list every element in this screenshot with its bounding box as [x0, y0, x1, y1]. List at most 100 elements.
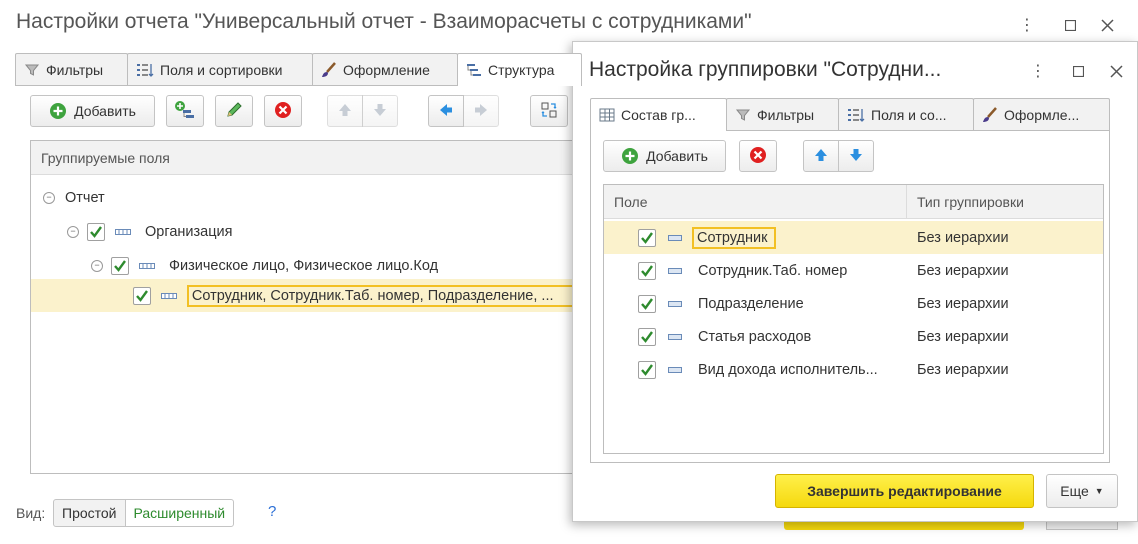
move-right-button[interactable]: [463, 95, 499, 127]
table-icon: [599, 107, 615, 123]
grouping-icon: [139, 262, 155, 270]
checkbox[interactable]: [638, 327, 656, 346]
delete-icon: [274, 101, 292, 122]
column-field[interactable]: Поле: [604, 185, 907, 218]
background-finish-button: [784, 522, 1024, 530]
delete-icon: [749, 146, 767, 167]
field-icon: [668, 333, 682, 340]
move-down-icon: [372, 102, 388, 121]
more-menu-icon[interactable]: ⋮: [1027, 60, 1049, 82]
fields-icon: [136, 62, 154, 78]
grouping-icon: [115, 228, 131, 236]
add-button[interactable]: Добавить: [603, 140, 726, 172]
tab-label: Поля и со...: [871, 106, 947, 123]
tree-row-label: Организация: [145, 223, 233, 240]
checkmark-icon: [641, 231, 653, 244]
tab-fields-sorting[interactable]: Поля и сортировки: [127, 53, 313, 85]
regroup-icon: [540, 101, 558, 122]
edit-button[interactable]: [215, 95, 253, 127]
maximize-icon[interactable]: [1059, 14, 1081, 36]
add-button-label: Добавить: [646, 148, 708, 164]
add-button[interactable]: Добавить: [30, 95, 155, 127]
funnel-icon: [735, 107, 751, 123]
tree-row-label: Отчет: [65, 189, 105, 206]
move-down-button[interactable]: [362, 95, 398, 127]
view-advanced-button[interactable]: Расширенный: [124, 499, 235, 527]
table-row[interactable]: Вид дохода исполнитель... Без иерархии: [604, 353, 1103, 386]
grouping-fields-table: Поле Тип группировки Сотрудник Без иерар…: [603, 184, 1104, 454]
table-row[interactable]: Сотрудник Без иерархии: [604, 221, 1103, 254]
field-icon: [668, 267, 682, 274]
tab-group-composition[interactable]: Состав гр...: [590, 98, 727, 131]
brush-icon: [321, 61, 337, 78]
table-header: Поле Тип группировки: [604, 185, 1103, 219]
grouping-tree: Группируемые поля − Отчет − Организация …: [30, 140, 575, 474]
move-up-icon: [813, 147, 829, 166]
collapse-icon[interactable]: −: [91, 259, 103, 272]
close-icon[interactable]: [1096, 14, 1118, 36]
tab-label: Фильтры: [46, 61, 104, 78]
maximize-icon[interactable]: [1067, 60, 1089, 82]
checkmark-icon: [641, 363, 653, 376]
dialog-title: Настройка группировки "Сотрудни...: [589, 58, 942, 81]
field-name: Статья расходов: [698, 328, 812, 345]
dropdown-arrow-icon: ▼: [1094, 486, 1104, 496]
view-switch: Простой Расширенный: [53, 499, 235, 527]
table-row[interactable]: Подразделение Без иерархии: [604, 287, 1103, 320]
checkbox[interactable]: [638, 261, 656, 280]
tab-filters[interactable]: Фильтры: [15, 53, 128, 85]
checkbox[interactable]: [111, 256, 129, 275]
move-up-button[interactable]: [327, 95, 363, 127]
fields-icon: [847, 107, 865, 123]
more-button[interactable]: Еще ▼: [1046, 474, 1118, 508]
tree-row-organization[interactable]: − Организация: [31, 215, 574, 248]
view-simple-button[interactable]: Простой: [53, 499, 126, 527]
regroup-button[interactable]: [530, 95, 568, 127]
table-row[interactable]: Статья расходов Без иерархии: [604, 320, 1103, 353]
finish-editing-button[interactable]: Завершить редактирование: [775, 474, 1034, 508]
tree-row-employee[interactable]: Сотрудник, Сотрудник.Таб. номер, Подразд…: [31, 279, 574, 312]
brush-icon: [982, 106, 998, 123]
tree-row-person[interactable]: − Физическое лицо, Физическое лицо.Код: [31, 249, 574, 282]
plus-circle-icon: [49, 102, 67, 120]
more-menu-icon[interactable]: ⋮: [1016, 14, 1038, 36]
grouping-type: Без иерархии: [917, 229, 1009, 246]
move-down-button[interactable]: [838, 140, 874, 172]
view-label: Вид:: [16, 505, 46, 521]
checkbox[interactable]: [638, 294, 656, 313]
tab-appearance[interactable]: Оформле...: [973, 98, 1110, 130]
tab-fields[interactable]: Поля и со...: [838, 98, 974, 130]
move-up-button[interactable]: [803, 140, 839, 172]
main-tabbar: Фильтры Поля и сортировки Оформление Стр…: [15, 53, 582, 86]
close-icon[interactable]: [1105, 60, 1127, 82]
move-right-icon: [473, 102, 489, 121]
tab-label: Состав гр...: [621, 107, 696, 123]
field-name: Подразделение: [698, 295, 804, 312]
collapse-icon[interactable]: −: [67, 225, 79, 238]
tab-filters[interactable]: Фильтры: [726, 98, 839, 130]
window-title: Настройки отчета "Универсальный отчет - …: [16, 10, 752, 33]
move-left-icon: [438, 102, 454, 121]
checkbox[interactable]: [638, 228, 656, 247]
help-link[interactable]: ?: [268, 503, 276, 520]
checkbox[interactable]: [87, 222, 105, 241]
delete-button[interactable]: [264, 95, 302, 127]
checkbox[interactable]: [133, 286, 151, 305]
delete-button[interactable]: [739, 140, 777, 172]
funnel-icon: [24, 62, 40, 78]
field-name: Сотрудник: [692, 226, 776, 249]
checkmark-icon: [90, 225, 102, 238]
grouping-type: Без иерархии: [917, 262, 1009, 279]
table-row[interactable]: Сотрудник.Таб. номер Без иерархии: [604, 254, 1103, 287]
add-button-label: Добавить: [74, 103, 136, 119]
tab-appearance[interactable]: Оформление: [312, 53, 458, 85]
tree-row-report[interactable]: − Отчет: [31, 181, 574, 214]
collapse-icon[interactable]: −: [43, 191, 55, 204]
field-icon: [668, 366, 682, 373]
add-group-button[interactable]: [166, 95, 204, 127]
checkbox[interactable]: [638, 360, 656, 379]
field-icon: [668, 300, 682, 307]
move-left-button[interactable]: [428, 95, 464, 127]
column-grouping-type[interactable]: Тип группировки: [907, 194, 1024, 210]
tab-structure[interactable]: Структура: [457, 53, 582, 86]
